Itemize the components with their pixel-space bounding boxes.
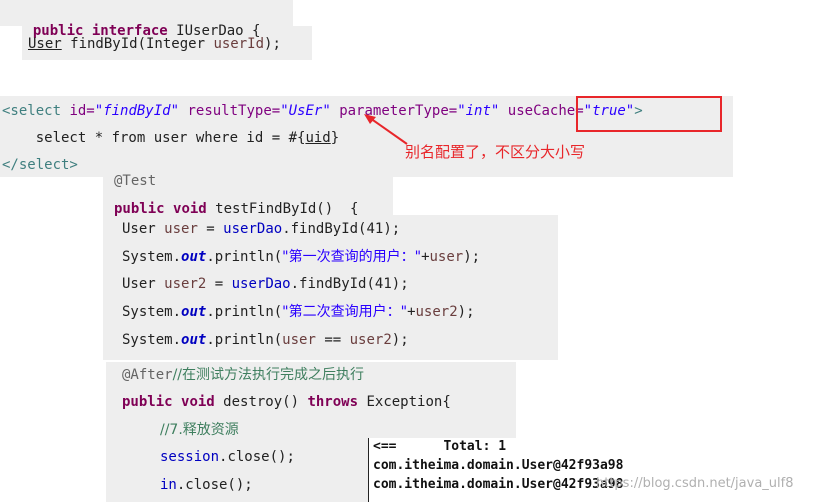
attr-id: id= — [69, 103, 95, 119]
use-cache-highlight-box — [576, 96, 722, 132]
keyword-throws: throws — [307, 394, 359, 410]
keyword-public: public — [122, 394, 173, 410]
annotation-arrow-icon — [364, 114, 408, 145]
code-string: "第一次查询的用户：" — [282, 249, 422, 265]
code-op: = — [197, 221, 224, 237]
return-type: User — [28, 36, 62, 52]
code-op: + — [407, 304, 416, 320]
destroy-method-name: destroy() — [214, 394, 308, 410]
sql-line: select * from user where id = #{uid} — [2, 129, 339, 147]
code-static-field: out — [181, 249, 207, 265]
code-end: ); — [463, 249, 481, 265]
method-signature-line: User findById(Integer userId); — [28, 35, 281, 53]
code-end: ); — [457, 304, 475, 320]
attr-parameter-type-value: "int" — [457, 103, 500, 119]
attr-use-cache: useCache= — [499, 103, 584, 119]
session-close-call: .close(); — [219, 449, 295, 465]
in-var: in — [160, 477, 177, 493]
in-close-call: .close(); — [176, 477, 253, 493]
alias-note-text: 别名配置了，不区分大小写 — [405, 143, 586, 161]
code-op: == — [315, 332, 350, 348]
in-close-line: in.close(); — [160, 476, 253, 494]
code-line-print-compare: System.out.println(user == user2); — [122, 331, 409, 349]
select-open-tag: <select — [2, 103, 70, 119]
sql-param: uid — [305, 130, 331, 146]
test-signature-line: public void testFindById() { — [114, 200, 358, 218]
code-static-field: out — [181, 332, 207, 348]
code-call: .println( — [206, 332, 283, 348]
test-method-name: testFindById() { — [206, 201, 359, 217]
code-class: System. — [122, 304, 182, 320]
session-close-line: session.close(); — [160, 448, 295, 466]
code-type: User — [122, 221, 165, 237]
destroy-exception: Exception{ — [358, 394, 451, 410]
select-open-line: <select id="findById" resultType="UsEr" … — [2, 102, 643, 120]
sql-text: select * from user where id = #{ — [2, 130, 306, 146]
after-annotation-comment: //在测试方法执行完成之后执行 — [172, 367, 365, 383]
code-line-print-second: System.out.println("第二次查询用户："+user2); — [122, 303, 475, 321]
code-call: .println( — [206, 249, 283, 265]
code-line-find-user2: User user2 = userDao.findById(41); — [122, 275, 409, 293]
code-call: .findById(41); — [290, 276, 409, 292]
code-var: user — [282, 332, 316, 348]
release-resources-comment: //7.释放资源 — [160, 422, 239, 438]
attr-id-value: "findById" — [94, 103, 180, 119]
after-annotation: @After — [122, 367, 173, 383]
keyword-public: public — [114, 201, 165, 217]
destroy-signature-line: public void destroy() throws Exception{ — [122, 393, 451, 411]
console-output-panel: <== Total: 1 com.itheima.domain.User@42f… — [368, 438, 832, 502]
keyword-void: void — [173, 201, 207, 217]
sql-end: } — [330, 130, 340, 146]
select-close-line: </select> — [2, 157, 78, 173]
code-call: .findById(41); — [282, 221, 401, 237]
code-class: System. — [122, 249, 182, 265]
code-line-print-first: System.out.println("第一次查询的用户："+user); — [122, 248, 480, 266]
code-end: ); — [391, 332, 409, 348]
code-static-field: out — [181, 304, 207, 320]
code-var: user2 — [349, 332, 392, 348]
method-text: findById(Integer — [61, 36, 214, 52]
code-type: User — [122, 276, 165, 292]
console-output-line: com.itheima.domain.User@42f93a98 — [373, 477, 624, 492]
code-class: System. — [122, 332, 182, 348]
code-op: = — [206, 276, 232, 292]
code-call: .println( — [206, 304, 283, 320]
keyword-void: void — [181, 394, 215, 410]
attr-result-type: resultType= — [179, 103, 281, 119]
param-name: userId — [213, 36, 265, 52]
console-total-line: <== Total: 1 — [373, 439, 507, 454]
code-field: userDao — [223, 221, 283, 237]
test-annotation: @Test — [114, 173, 157, 189]
code-var: user — [429, 249, 464, 265]
attr-result-type-value: "UsEr" — [280, 103, 331, 119]
code-string: "第二次查询用户：" — [282, 304, 408, 320]
code-var: user2 — [164, 276, 207, 292]
console-output-line: com.itheima.domain.User@42f93a98 — [373, 458, 624, 473]
code-var: user2 — [415, 304, 458, 320]
session-var: session — [160, 449, 220, 465]
method-end: ); — [264, 36, 281, 52]
after-annotation-line: @After//在测试方法执行完成之后执行 — [122, 366, 364, 384]
code-field: userDao — [231, 276, 291, 292]
code-var: user — [164, 221, 198, 237]
code-line-find-user: User user = userDao.findById(41); — [122, 220, 400, 238]
code-op: + — [421, 249, 430, 265]
watermark-text: https://blog.csdn.net/java_ulf8 — [596, 476, 794, 491]
